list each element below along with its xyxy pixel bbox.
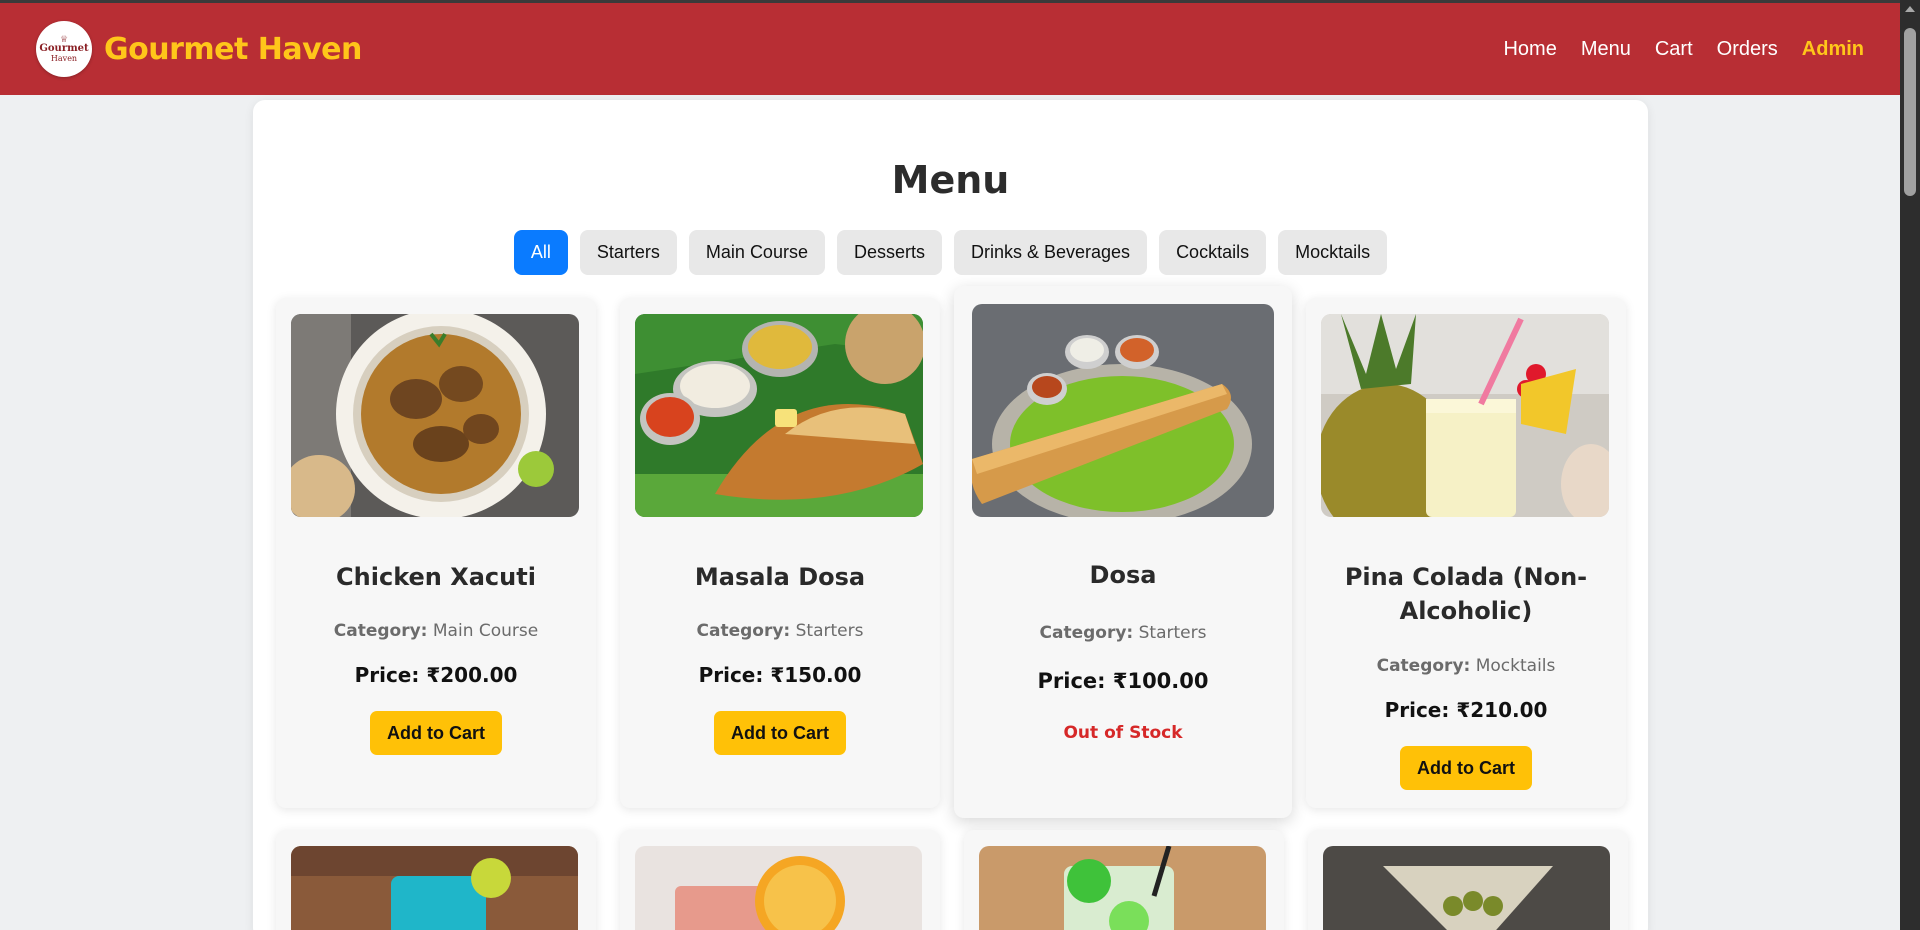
category-value: Starters	[1138, 623, 1207, 643]
dish-name: Chicken Xacuti	[336, 563, 536, 591]
dish-category: Category: Starters	[954, 623, 1292, 643]
filter-starters[interactable]: Starters	[579, 230, 677, 275]
dish-name: Masala Dosa	[694, 563, 866, 591]
filter-cocktails[interactable]: Cocktails	[1159, 230, 1267, 275]
category-value: Main Course	[432, 621, 539, 641]
nav-home[interactable]: Home	[1503, 38, 1556, 61]
add-to-cart-button[interactable]: Add to Cart	[370, 711, 502, 755]
dish-image	[972, 304, 1274, 517]
category-value: Mocktails	[1475, 656, 1556, 676]
dish-price: Price: ₹200.00	[354, 663, 518, 687]
scroll-thumb[interactable]	[1904, 28, 1916, 196]
out-of-stock-label: Out of Stock	[1063, 723, 1183, 743]
dish-image	[291, 314, 579, 517]
filter-drinks-beverages[interactable]: Drinks & Beverages	[953, 230, 1148, 275]
category-label: Category:	[1376, 656, 1471, 676]
menu-card	[1308, 830, 1628, 930]
category-filters: All Starters Main Course Desserts Drinks…	[253, 230, 1648, 275]
dish-category: Category: Mocktails	[1306, 656, 1626, 676]
dish-image	[979, 846, 1266, 930]
nav-orders[interactable]: Orders	[1717, 38, 1778, 61]
dish-image	[291, 846, 578, 930]
category-label: Category:	[696, 621, 791, 641]
menu-card: Pina Colada (Non-Alcoholic) Category: Mo…	[1306, 298, 1626, 808]
main-nav: Home Menu Cart Orders Admin	[1479, 38, 1864, 61]
nav-menu[interactable]: Menu	[1581, 38, 1631, 61]
nav-cart[interactable]: Cart	[1655, 38, 1693, 61]
menu-card	[620, 830, 940, 930]
scroll-up-arrow-icon[interactable]	[1905, 6, 1915, 12]
filter-all[interactable]: All	[513, 230, 568, 275]
dish-name: Pina Colada (Non-Alcoholic)	[1344, 563, 1588, 625]
add-to-cart-button[interactable]: Add to Cart	[1400, 746, 1532, 790]
filter-mocktails[interactable]: Mocktails	[1278, 230, 1388, 275]
menu-card	[964, 830, 1284, 930]
dish-image	[635, 314, 923, 517]
brand-name[interactable]: Gourmet Haven	[104, 32, 362, 67]
logo-text-line2: Haven	[50, 53, 78, 63]
dish-price: Price: ₹210.00	[1384, 698, 1548, 722]
nav-admin[interactable]: Admin	[1802, 38, 1864, 61]
page-scrollbar[interactable]	[1900, 0, 1920, 930]
dish-category: Category: Starters	[620, 621, 940, 641]
category-label: Category:	[333, 621, 428, 641]
logo-text-line1: Gourmet	[39, 42, 89, 54]
category-label: Category:	[1039, 623, 1134, 643]
dish-image	[635, 846, 922, 930]
dish-image	[1323, 846, 1610, 930]
dish-category: Category: Main Course	[276, 621, 596, 641]
dish-price: Price: ₹100.00	[1037, 669, 1209, 693]
menu-card: Masala Dosa Category: Starters Price: ₹1…	[620, 298, 940, 808]
add-to-cart-button[interactable]: Add to Cart	[714, 711, 846, 755]
page-title: Menu	[891, 158, 1010, 202]
menu-card: Chicken Xacuti Category: Main Course Pri…	[276, 298, 596, 808]
dish-image	[1321, 314, 1609, 517]
dish-price: Price: ₹150.00	[698, 663, 862, 687]
dish-name: Dosa	[1089, 561, 1157, 589]
filter-main-course[interactable]: Main Course	[688, 230, 825, 275]
menu-card	[276, 830, 596, 930]
site-header: ♕ Gourmet Haven Gourmet Haven Home Menu …	[0, 3, 1900, 95]
menu-panel: Menu All Starters Main Course Desserts D…	[253, 100, 1648, 930]
filter-desserts[interactable]: Desserts	[836, 230, 942, 275]
menu-card: Dosa Category: Starters Price: ₹100.00 O…	[954, 286, 1292, 818]
category-value: Starters	[795, 621, 864, 641]
logo[interactable]: ♕ Gourmet Haven	[36, 21, 92, 77]
